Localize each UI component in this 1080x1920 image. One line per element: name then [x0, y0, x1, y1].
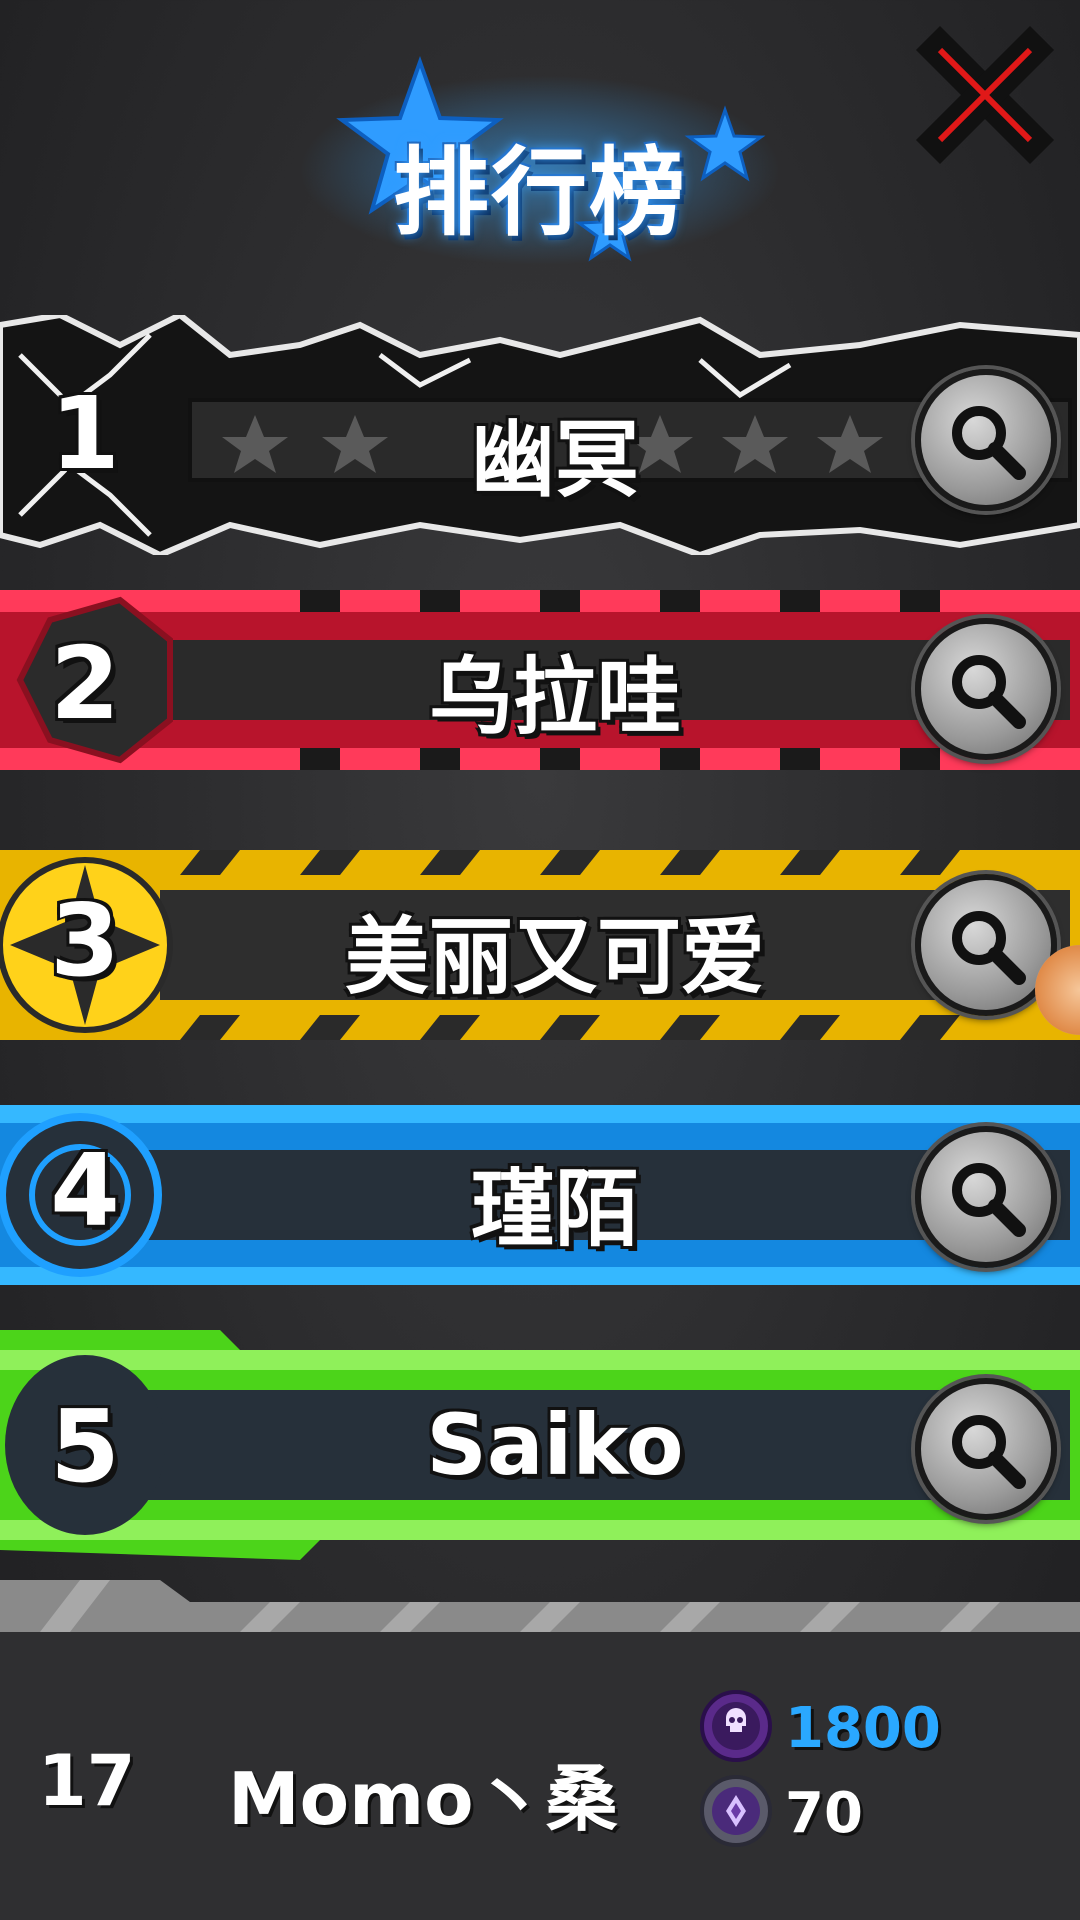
- magnifier-icon: [952, 911, 1026, 985]
- my-player-name: Momo丶桑: [228, 1757, 618, 1841]
- rank-number: 5: [50, 1388, 120, 1505]
- rank-number: 2: [50, 625, 120, 742]
- view-profile-button[interactable]: [915, 1378, 1057, 1520]
- gem-coin-icon: [700, 1775, 772, 1847]
- close-button[interactable]: [905, 20, 1065, 170]
- score-value: 1800: [785, 1696, 941, 1761]
- view-profile-button[interactable]: [915, 618, 1057, 760]
- view-profile-button[interactable]: [915, 369, 1057, 511]
- leaderboard-title-banner: 排行榜: [300, 50, 780, 290]
- divider-stripe: [0, 1580, 1080, 1632]
- player-name: 瑾陌: [470, 1160, 639, 1258]
- magnifier-icon: [952, 1415, 1026, 1489]
- magnifier-icon: [952, 655, 1026, 729]
- leaderboard-row-3[interactable]: 3 美丽又可爱: [0, 830, 1080, 1060]
- player-name: Saiko: [426, 1396, 684, 1494]
- magnifier-icon: [952, 1163, 1026, 1237]
- rank-number: 3: [50, 882, 120, 999]
- rank-number: 4: [50, 1132, 120, 1249]
- leaderboard-row-5[interactable]: 5 Saiko: [0, 1330, 1080, 1560]
- skull-coin-icon: [700, 1690, 772, 1762]
- player-name: 美丽又可爱: [344, 908, 765, 1006]
- magnifier-icon: [952, 406, 1026, 480]
- my-rank-number: 17: [38, 1740, 136, 1822]
- page-title: 排行榜: [393, 137, 687, 249]
- leaderboard-row-1[interactable]: 1 幽冥: [0, 315, 1080, 555]
- leaderboard-row-2[interactable]: 2 乌拉哇: [0, 570, 1080, 800]
- player-name: 幽冥: [470, 411, 639, 509]
- gem-value: 70: [785, 1781, 863, 1846]
- player-name: 乌拉哇: [428, 648, 681, 746]
- view-profile-button[interactable]: [915, 1126, 1057, 1268]
- leaderboard-row-4[interactable]: 4 瑾陌: [0, 1080, 1080, 1310]
- close-x-icon: [915, 25, 1055, 165]
- rank-number: 1: [50, 375, 120, 492]
